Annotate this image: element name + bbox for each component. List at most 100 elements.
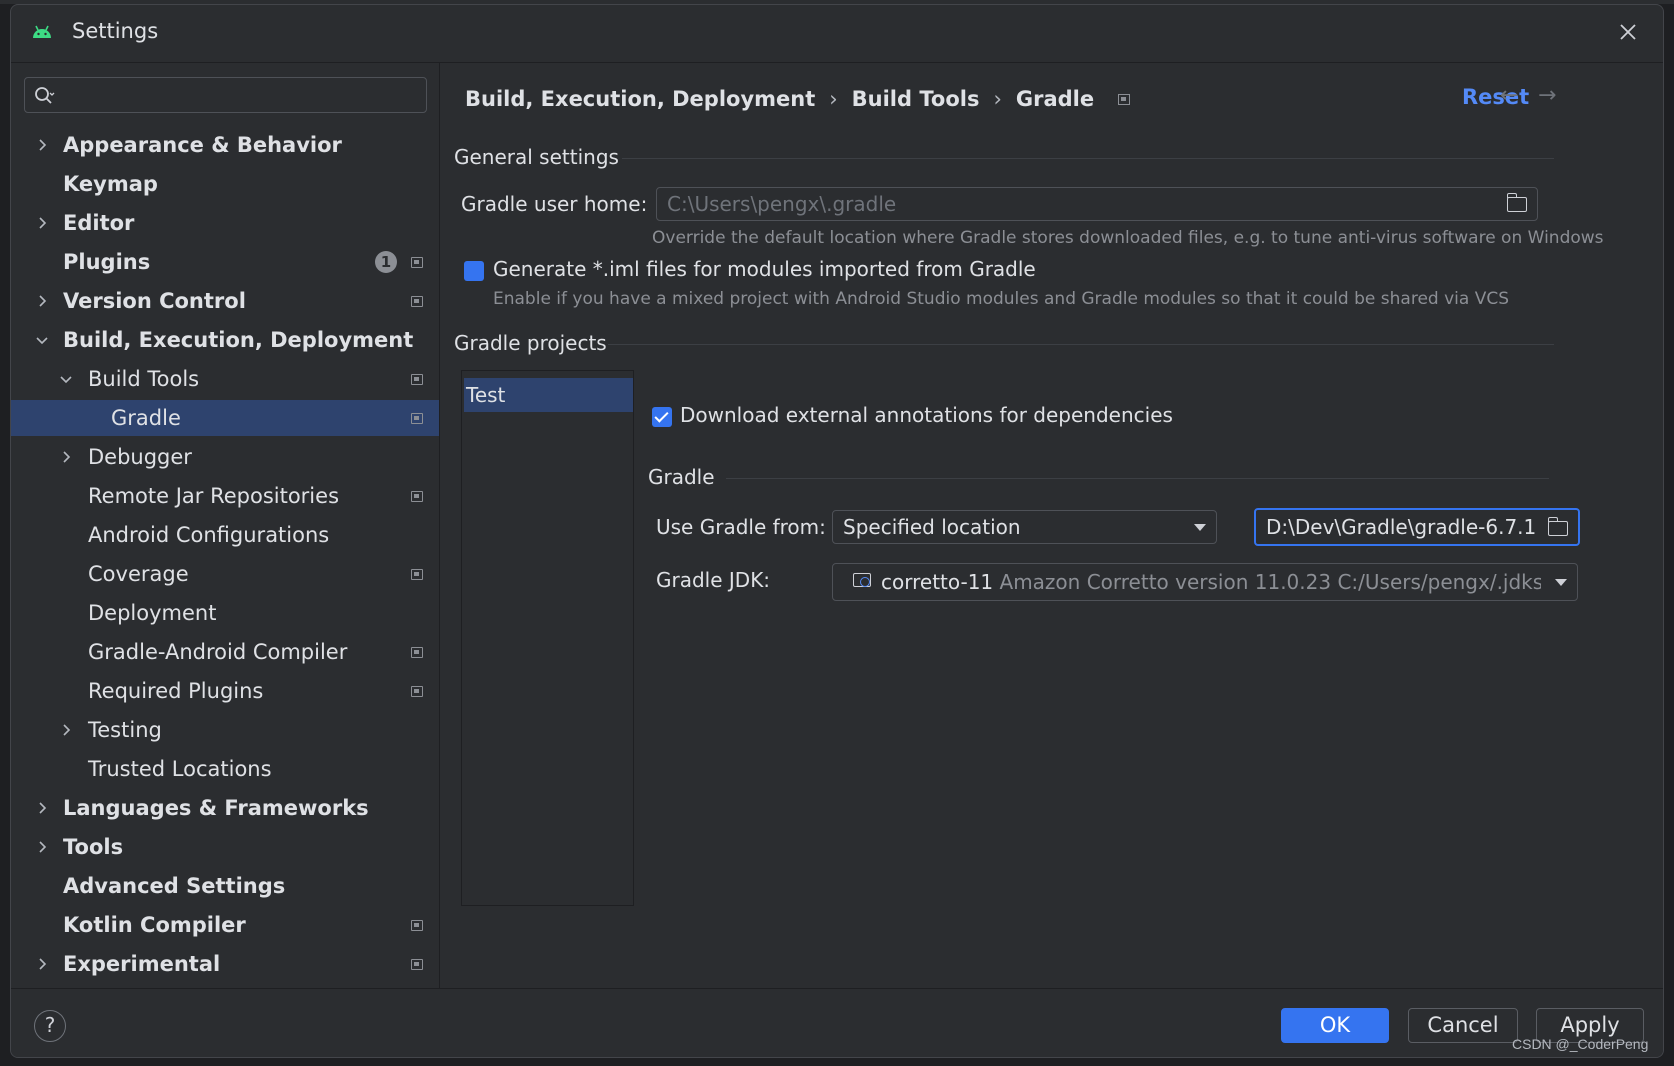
chevron-down-icon [1194,524,1206,531]
sidebar-item-deployment[interactable]: Deployment [11,595,439,631]
gradle-location-input[interactable]: D:\Dev\Gradle\gradle-6.7.1 [1254,508,1580,546]
forward-arrow-icon[interactable]: → [1538,83,1556,108]
sidebar-item-label: Appearance & Behavior [63,133,342,157]
project-list-item[interactable]: Test [464,378,633,412]
cancel-button[interactable]: Cancel [1408,1008,1518,1043]
sidebar-item-label: Editor [63,211,135,235]
sidebar-item-android-configurations[interactable]: Android Configurations [11,517,439,553]
folder-icon[interactable] [1547,517,1568,536]
gradle-jdk-detail: Amazon Corretto version 11.0.23 C:/Users… [999,570,1541,594]
section-divider [608,344,1554,345]
sidebar-item-editor[interactable]: Editor [11,205,439,241]
close-icon[interactable] [1615,19,1641,45]
gradle-projects-list: Test [461,370,634,906]
settings-content: Build, Execution, Deployment › Build Too… [440,63,1663,988]
download-annotations-label[interactable]: Download external annotations for depend… [680,403,1173,427]
sidebar-item-label: Languages & Frameworks [63,796,369,820]
generate-iml-label[interactable]: Generate *.iml files for modules importe… [493,257,1036,281]
folder-icon[interactable] [1506,193,1527,212]
sidebar-item-languages-frameworks[interactable]: Languages & Frameworks [11,790,439,826]
sidebar-item-label: Remote Jar Repositories [88,484,340,508]
gradle-projects-title: Gradle projects [454,331,607,355]
update-count-badge: 1 [375,251,397,273]
settings-navigation: Appearance & Behavior Keymap Editor Plugins… [11,63,439,988]
chevron-right-icon[interactable] [35,840,49,854]
gradle-user-home-value: C:\Users\pengx\.gradle [667,192,897,216]
sidebar-item-label: Coverage [88,562,189,586]
chevron-down-icon [1555,579,1567,586]
use-gradle-from-select[interactable]: Specified location [832,510,1217,544]
settings-search-input[interactable] [24,77,427,113]
android-icon [33,25,51,38]
ok-button[interactable]: OK [1281,1008,1389,1043]
project-level-settings-icon [411,373,423,385]
sidebar-item-required-plugins[interactable]: Required Plugins [11,673,439,709]
sidebar-item-appearance-behavior[interactable]: Appearance & Behavior [11,127,439,163]
sidebar-item-keymap[interactable]: Keymap [11,166,439,202]
sidebar-item-label: Kotlin Compiler [63,913,246,937]
sidebar-item-gradle[interactable]: Gradle [11,400,439,436]
title-bar: Settings [11,5,1663,61]
sidebar-item-label: Required Plugins [88,679,264,703]
breadcrumb: Build, Execution, Deployment › Build Too… [465,83,1131,115]
chevron-right-icon[interactable] [59,723,73,737]
gradle-jdk-name: corretto-11 [881,570,994,594]
breadcrumb-separator: › [829,87,838,111]
chevron-right-icon[interactable] [35,138,49,152]
sidebar-item-label: Tools [63,835,124,859]
general-settings-title: General settings [454,145,619,169]
gradle-user-home-label: Gradle user home: [461,192,648,216]
chevron-right-icon[interactable] [59,450,73,464]
sidebar-item-label: Gradle-Android Compiler [88,640,348,664]
gradle-jdk-select[interactable]: corretto-11 Amazon Corretto version 11.0… [832,563,1578,601]
gradle-jdk-text: corretto-11 Amazon Corretto version 11.0… [881,564,1541,600]
sidebar-item-label: Version Control [63,289,246,313]
gradle-section-title: Gradle [648,465,715,489]
download-annotations-checkbox[interactable] [652,407,672,427]
sidebar-item-label: Deployment [88,601,217,625]
breadcrumb-item-build-tools[interactable]: Build Tools [852,87,980,111]
gradle-jdk-label: Gradle JDK: [656,568,771,592]
sidebar-item-coverage[interactable]: Coverage [11,556,439,592]
section-divider [622,158,1554,159]
help-icon[interactable]: ? [34,1010,66,1042]
gradle-user-home-input[interactable]: C:\Users\pengx\.gradle [656,187,1538,221]
sidebar-item-label: Testing [88,718,162,742]
chevron-right-icon[interactable] [35,294,49,308]
sidebar-item-label: Build Tools [88,367,200,391]
sidebar-item-label: Gradle [111,406,181,430]
project-level-settings-icon [411,958,423,970]
sidebar-item-label: Trusted Locations [88,757,272,781]
chevron-right-icon[interactable] [35,801,49,815]
sidebar-item-trusted-locations[interactable]: Trusted Locations [11,751,439,787]
sidebar-item-testing[interactable]: Testing [11,712,439,748]
back-arrow-icon[interactable]: ← [1500,83,1518,108]
chevron-right-icon[interactable] [35,957,49,971]
sidebar-item-label: Keymap [63,172,158,196]
project-level-settings-icon [411,256,423,268]
sidebar-item-debugger[interactable]: Debugger [11,439,439,475]
sidebar-item-build-execution-deployment[interactable]: Build, Execution, Deployment [11,322,439,358]
sidebar-item-gradle-android-compiler[interactable]: Gradle-Android Compiler [11,634,439,670]
sidebar-item-version-control[interactable]: Version Control [11,283,439,319]
reset-link[interactable]: Reset [1462,85,1529,109]
breadcrumb-item-build-execution-deployment[interactable]: Build, Execution, Deployment [465,87,815,111]
chevron-right-icon[interactable] [35,216,49,230]
sidebar-item-plugins[interactable]: Plugins 1 [11,244,439,280]
sidebar-item-label: Plugins [63,250,151,274]
sidebar-item-kotlin-compiler[interactable]: Kotlin Compiler [11,907,439,943]
sidebar-item-tools[interactable]: Tools [11,829,439,865]
sidebar-item-label: Debugger [88,445,192,469]
sidebar-item-build-tools[interactable]: Build Tools [11,361,439,397]
project-level-settings-icon [411,646,423,658]
generate-iml-checkbox[interactable] [464,261,484,281]
sidebar-item-remote-jar-repositories[interactable]: Remote Jar Repositories [11,478,439,514]
sidebar-item-label: Android Configurations [88,523,330,547]
jdk-folder-icon [853,573,871,587]
sidebar-item-advanced-settings[interactable]: Advanced Settings [11,868,439,904]
chevron-down-icon[interactable] [35,333,49,347]
project-level-settings-icon [411,568,423,580]
sidebar-item-label: Build, Execution, Deployment [63,328,414,352]
chevron-down-icon[interactable] [59,372,73,386]
sidebar-item-experimental[interactable]: Experimental [11,946,439,982]
